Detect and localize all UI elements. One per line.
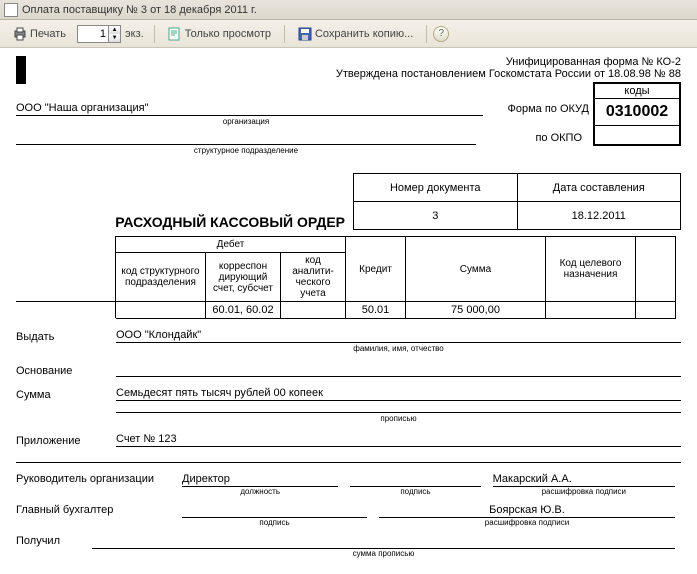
org-under-label: организация xyxy=(16,117,476,126)
docdate-hdr: Дата составления xyxy=(517,174,681,202)
print-button[interactable]: Печать xyxy=(6,24,73,44)
okud-code: 0310002 xyxy=(595,99,679,126)
issue-label: Выдать xyxy=(16,331,116,343)
sig-under1: подпись xyxy=(350,487,480,496)
recv-label: Получил xyxy=(16,535,86,558)
sumtxt-value: Семьдесят пять тысяч рублей 00 копеек xyxy=(116,387,681,401)
copies-stepper[interactable]: ▲▼ xyxy=(77,24,121,44)
th-target: Код целевого назначения xyxy=(546,237,636,302)
docnum-table: Номер документа Дата составления 3 18.12… xyxy=(353,173,681,230)
copies-input[interactable] xyxy=(77,25,109,43)
th-sum: Сумма xyxy=(406,237,546,302)
form-header: Унифицированная форма № КО-2 Утверждена … xyxy=(16,56,681,80)
docdate-val: 18.12.2011 xyxy=(517,202,681,230)
print-label: Печать xyxy=(30,28,66,40)
head-sig xyxy=(350,473,480,487)
window-title: Оплата поставщику № 3 от 18 декабря 2011… xyxy=(22,0,257,20)
separator xyxy=(284,25,285,43)
preview-icon xyxy=(168,27,182,41)
preview-button[interactable]: Только просмотр xyxy=(161,24,278,44)
window-icon xyxy=(4,3,18,17)
document-body: Унифицированная форма № КО-2 Утверждена … xyxy=(0,48,697,566)
name-under1: расшифровка подписи xyxy=(493,487,675,496)
th-struct: код структурного подразделения xyxy=(116,253,206,302)
main-table: Дебет Кредит Сумма Код целевого назначен… xyxy=(16,236,676,319)
cell-target xyxy=(546,302,636,319)
cell-sum: 75 000,00 xyxy=(406,302,546,319)
codes-box: коды 0310002 xyxy=(593,82,681,146)
acc-label: Главный бухгалтер xyxy=(16,504,176,527)
help-button[interactable]: ? xyxy=(433,26,449,42)
sumtxt-under: прописью xyxy=(116,414,681,423)
docnum-hdr: Номер документа xyxy=(354,174,518,202)
head-name: Макарский А.А. xyxy=(493,473,675,487)
okpo-code xyxy=(595,126,679,144)
sumtxt-label: Сумма xyxy=(16,389,116,401)
attach-value: Счет № 123 xyxy=(116,433,681,447)
cell-struct xyxy=(116,302,206,319)
th-korr: корреспон дирующий счет, субсчет xyxy=(206,253,281,302)
codes-header: коды xyxy=(595,84,679,99)
printer-icon xyxy=(13,27,27,41)
issue-under: фамилия, имя, отчество xyxy=(116,344,681,353)
recv-line xyxy=(92,535,675,549)
attach-line2 xyxy=(16,451,681,463)
issue-value: ООО "Клондайк" xyxy=(116,329,681,343)
organization-name: ООО "Наша организация" xyxy=(16,102,483,116)
th-kredit: Кредит xyxy=(346,237,406,302)
name-under2: расшифровка подписи xyxy=(379,518,675,527)
save-copy-button[interactable]: Сохранить копию... xyxy=(291,24,420,44)
okud-label: Форма по ОКУД xyxy=(483,103,593,116)
th-analyt: код аналити- ческого учета xyxy=(281,253,346,302)
acc-name: Боярская Ю.В. xyxy=(379,504,675,518)
pos-under: должность xyxy=(182,487,338,496)
toolbar: Печать ▲▼ экз. Только просмотр Сохранить… xyxy=(0,20,697,48)
window-titlebar: Оплата поставщику № 3 от 18 декабря 2011… xyxy=(0,0,697,20)
save-icon xyxy=(298,27,312,41)
preview-label: Только просмотр xyxy=(185,28,271,40)
recv-under: сумма прописью xyxy=(92,549,675,558)
docnum-val: 3 xyxy=(354,202,518,230)
separator xyxy=(154,25,155,43)
separator xyxy=(426,25,427,43)
sumtxt-line2 xyxy=(116,401,681,413)
doc-title: РАСХОДНЫЙ КАССОВЫЙ ОРДЕР xyxy=(16,214,353,230)
cell-empty xyxy=(636,302,676,319)
reason-label: Основание xyxy=(16,365,116,377)
spin-down[interactable]: ▼ xyxy=(109,34,120,42)
cell-analyt xyxy=(281,302,346,319)
sub-under-label: структурное подразделение xyxy=(16,146,476,155)
attach-label: Приложение xyxy=(16,435,116,447)
subdivision-line xyxy=(16,143,476,145)
spin-up[interactable]: ▲ xyxy=(109,26,120,34)
form-name: Унифицированная форма № КО-2 xyxy=(16,56,681,68)
okpo-label: по ОКПО xyxy=(476,132,586,145)
form-approved: Утверждена постановлением Госкомстата Ро… xyxy=(16,68,681,80)
cell-korr: 60.01, 60.02 xyxy=(206,302,281,319)
marker-bar xyxy=(16,56,26,84)
save-label: Сохранить копию... xyxy=(315,28,413,40)
acc-sig xyxy=(182,504,367,518)
head-position: Директор xyxy=(182,473,338,487)
th-debet: Дебет xyxy=(116,237,346,253)
head-label: Руководитель организации xyxy=(16,473,176,496)
reason-value xyxy=(116,363,681,377)
sig-under2: подпись xyxy=(182,518,367,527)
cell-kredit: 50.01 xyxy=(346,302,406,319)
copies-label: экз. xyxy=(125,28,144,40)
